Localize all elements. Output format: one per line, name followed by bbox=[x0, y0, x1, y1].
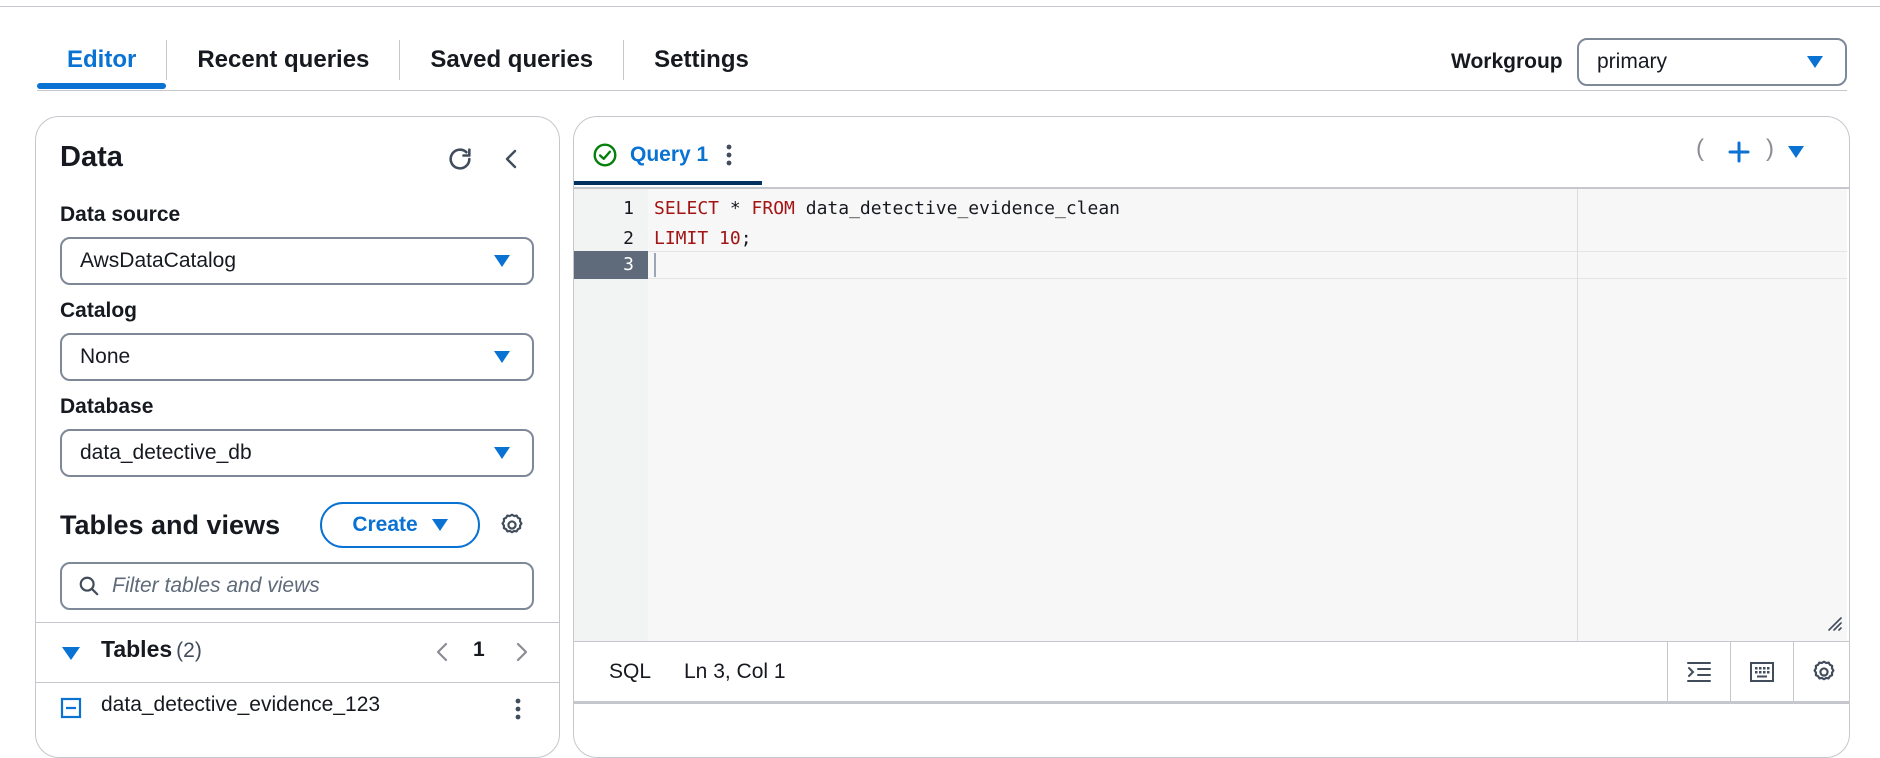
gear-icon[interactable] bbox=[496, 509, 528, 541]
code-line[interactable]: LIMIT 10; bbox=[654, 225, 752, 253]
line-number-gutter: 1 2 3 bbox=[574, 189, 648, 641]
sql-number: 10 bbox=[719, 228, 741, 249]
code-line[interactable]: SELECT * FROM data_detective_evidence_cl… bbox=[654, 195, 1120, 223]
text-cursor bbox=[654, 253, 656, 277]
tables-section-header[interactable]: Tables (2) 1 bbox=[36, 622, 559, 682]
caret-down-icon bbox=[494, 447, 510, 459]
tab-editor[interactable]: Editor bbox=[37, 33, 167, 89]
caret-down-icon bbox=[1807, 56, 1823, 68]
caret-down-icon bbox=[431, 519, 448, 531]
refresh-icon[interactable] bbox=[442, 141, 478, 177]
create-button[interactable]: Create bbox=[320, 502, 480, 548]
page-number[interactable]: 1 bbox=[473, 638, 485, 662]
caret-down-icon[interactable] bbox=[1784, 139, 1808, 165]
editor-status-bar: SQL Ln 3, Col 1 bbox=[574, 641, 1849, 702]
query-editor-panel: Query 1 ( ) 1 2 3 SELECT * FROM data_det… bbox=[573, 116, 1850, 758]
table-icon[interactable] bbox=[60, 697, 82, 719]
plus-icon[interactable] bbox=[1724, 137, 1754, 167]
query-tab-indicator bbox=[574, 181, 762, 185]
tab-settings[interactable]: Settings bbox=[624, 33, 779, 87]
panel-title: Data bbox=[60, 141, 123, 173]
gear-icon[interactable] bbox=[1799, 656, 1849, 688]
chevron-right-icon[interactable] bbox=[510, 638, 534, 666]
code-token: ; bbox=[740, 228, 752, 249]
paren-right: ) bbox=[1766, 135, 1774, 162]
active-line-highlight bbox=[648, 251, 1847, 279]
catalog-value: None bbox=[80, 345, 131, 368]
editor-bottom-border bbox=[574, 701, 1849, 704]
language-indicator: SQL bbox=[609, 660, 652, 683]
check-circle-icon bbox=[592, 142, 618, 168]
data-panel: Data Data source AwsDataCatalog Catalog … bbox=[35, 116, 560, 758]
paren-left: ( bbox=[1696, 135, 1704, 162]
data-source-value: AwsDataCatalog bbox=[80, 249, 237, 272]
database-value: data_detective_db bbox=[80, 441, 252, 464]
status-separator bbox=[1730, 642, 1731, 702]
filter-tables-input[interactable] bbox=[110, 573, 514, 599]
sql-keyword: LIMIT bbox=[654, 228, 709, 249]
query-tab[interactable]: Query 1 bbox=[592, 137, 732, 173]
tables-heading: Tables (2) bbox=[101, 636, 202, 663]
line-number-active: 3 bbox=[574, 251, 648, 279]
caret-down-icon bbox=[494, 255, 510, 267]
catalog-label: Catalog bbox=[60, 299, 138, 322]
database-select[interactable]: data_detective_db bbox=[60, 429, 534, 477]
keyboard-icon[interactable] bbox=[1737, 656, 1787, 688]
tab-recent-queries[interactable]: Recent queries bbox=[167, 33, 399, 87]
vertical-ellipsis-icon[interactable] bbox=[726, 144, 732, 166]
search-icon bbox=[78, 575, 100, 597]
data-source-label: Data source bbox=[60, 203, 181, 226]
tables-and-views-title: Tables and views bbox=[60, 510, 281, 540]
workgroup-value: primary bbox=[1597, 50, 1668, 73]
top-divider bbox=[0, 6, 1880, 7]
workgroup-select[interactable]: primary bbox=[1577, 38, 1847, 86]
database-label: Database bbox=[60, 395, 154, 418]
catalog-select[interactable]: None bbox=[60, 333, 534, 381]
vertical-ellipsis-icon[interactable] bbox=[508, 695, 528, 723]
status-separator bbox=[1793, 642, 1794, 702]
line-number: 2 bbox=[623, 228, 634, 249]
tables-label: Tables bbox=[101, 636, 173, 662]
print-margin-guide bbox=[1577, 189, 1578, 641]
chevron-left-icon[interactable] bbox=[430, 638, 454, 666]
line-number: 1 bbox=[623, 198, 634, 219]
sql-keyword: FROM bbox=[751, 198, 795, 219]
table-list-item[interactable]: data_detective_evidence_123 bbox=[36, 683, 559, 733]
tab-saved-queries[interactable]: Saved queries bbox=[400, 33, 623, 87]
code-token: * bbox=[719, 198, 752, 219]
data-source-select[interactable]: AwsDataCatalog bbox=[60, 237, 534, 285]
chevron-left-icon[interactable] bbox=[494, 141, 530, 177]
resize-handle-icon[interactable] bbox=[1824, 613, 1844, 633]
table-name[interactable]: data_detective_evidence_123 bbox=[101, 693, 380, 717]
cursor-position: Ln 3, Col 1 bbox=[684, 660, 786, 683]
workgroup-label: Workgroup bbox=[1451, 50, 1563, 73]
caret-down-icon[interactable] bbox=[62, 647, 80, 660]
status-separator bbox=[1667, 642, 1668, 702]
filter-tables-field[interactable] bbox=[60, 562, 534, 610]
tabs-underline bbox=[37, 90, 1847, 91]
format-indent-icon[interactable] bbox=[1674, 656, 1724, 688]
query-tab-label: Query 1 bbox=[630, 143, 709, 166]
sql-keyword: SELECT bbox=[654, 198, 720, 219]
tables-count: (2) bbox=[176, 639, 202, 662]
caret-down-icon bbox=[494, 351, 510, 363]
main-tabs: Editor Recent queries Saved queries Sett… bbox=[37, 30, 779, 90]
create-button-label: Create bbox=[352, 513, 418, 536]
code-token: data_detective_evidence_clean bbox=[794, 198, 1121, 219]
